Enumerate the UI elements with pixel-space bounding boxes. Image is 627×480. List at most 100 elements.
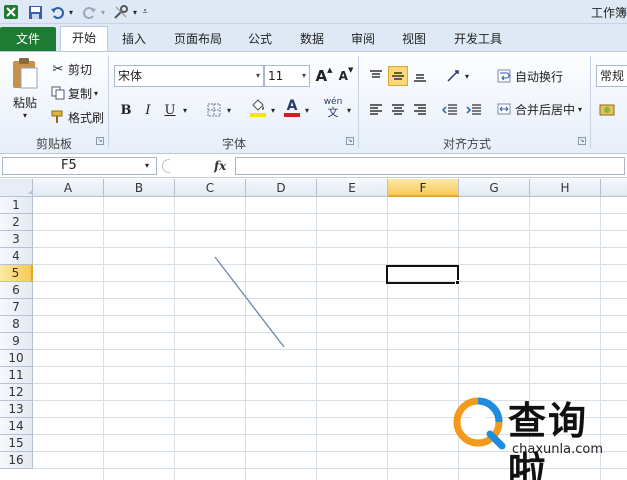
grow-font-button[interactable]: A ▲ (314, 66, 334, 86)
column-header-d[interactable]: D (246, 179, 317, 197)
tab-file[interactable]: 文件 (0, 27, 56, 51)
orientation-button[interactable] (444, 66, 464, 86)
increase-indent-button[interactable] (464, 100, 484, 120)
font-size-combo[interactable]: 11 ▾ (264, 65, 310, 87)
tools-icon[interactable] (112, 3, 130, 21)
insert-function-button[interactable]: fx (214, 159, 226, 173)
copy-dropdown-icon[interactable]: ▾ (94, 89, 98, 98)
column-header-i[interactable] (601, 179, 627, 197)
cut-button[interactable]: ✂ 剪切 (50, 60, 92, 78)
row-header-13[interactable]: 13 (0, 401, 33, 418)
formula-input[interactable] (235, 157, 625, 175)
accounting-format-button[interactable] (598, 100, 618, 120)
name-box-dropdown-icon[interactable]: ▾ (145, 161, 149, 170)
row-header-4[interactable]: 4 (0, 248, 33, 265)
font-color-button[interactable]: A (282, 98, 302, 118)
clipboard-launcher-icon[interactable]: ↘ (96, 137, 104, 145)
tab-insert[interactable]: 插入 (114, 28, 154, 51)
row-header-15[interactable]: 15 (0, 435, 33, 452)
column-header-h[interactable]: H (530, 179, 601, 197)
row-header-10[interactable]: 10 (0, 350, 33, 367)
font-name-combo[interactable]: 宋体 ▾ (114, 65, 264, 87)
line-shape[interactable] (213, 255, 288, 351)
orientation-dropdown-icon[interactable]: ▾ (462, 66, 472, 86)
italic-button[interactable]: I (138, 100, 158, 120)
merge-center-button[interactable]: 合并后居中 ▾ (496, 100, 582, 118)
save-icon[interactable] (26, 3, 44, 21)
tab-formulas[interactable]: 公式 (240, 28, 280, 51)
paste-dropdown-icon[interactable]: ▾ (23, 111, 27, 120)
fill-color-dropdown-icon[interactable]: ▾ (268, 100, 278, 120)
tab-page-layout[interactable]: 页面布局 (166, 28, 230, 51)
align-bottom-button[interactable] (410, 66, 430, 86)
row-header-3[interactable]: 3 (0, 231, 33, 248)
gridline (33, 264, 627, 265)
undo-icon[interactable] (48, 3, 66, 21)
column-header-a[interactable]: A (33, 179, 104, 197)
active-cell-f5[interactable] (386, 265, 459, 284)
row-header-12[interactable]: 12 (0, 384, 33, 401)
undo-dropdown-icon[interactable]: ▾ (66, 3, 76, 21)
wrap-text-button[interactable]: 自动换行 (496, 67, 563, 85)
borders-dropdown-icon[interactable]: ▾ (224, 100, 234, 120)
fill-handle[interactable] (455, 280, 460, 285)
row-header-9[interactable]: 9 (0, 333, 33, 350)
tab-home[interactable]: 开始 (60, 26, 108, 51)
column-header-c[interactable]: C (175, 179, 246, 197)
tab-review[interactable]: 审阅 (343, 28, 383, 51)
font-launcher-icon[interactable]: ↘ (346, 137, 354, 145)
name-box[interactable]: F5 (2, 157, 157, 175)
paste-button[interactable]: 粘贴 ▾ (6, 56, 44, 126)
decrease-indent-button[interactable] (440, 100, 460, 120)
merge-center-dropdown-icon[interactable]: ▾ (578, 105, 582, 114)
tab-developer[interactable]: 开发工具 (446, 28, 510, 51)
row-header-5[interactable]: 5 (0, 265, 33, 282)
column-header-b[interactable]: B (104, 179, 175, 197)
align-top-button[interactable] (366, 66, 386, 86)
copy-icon (50, 85, 66, 101)
align-middle-button[interactable] (388, 66, 408, 86)
scissors-icon: ✂ (52, 61, 64, 77)
redo-dropdown-icon[interactable]: ▾ (98, 3, 108, 21)
redo-icon[interactable] (80, 3, 98, 21)
excel-logo-icon[interactable] (2, 3, 20, 21)
row-header-11[interactable]: 11 (0, 367, 33, 384)
number-format-combo[interactable]: 常规 (596, 65, 627, 87)
align-right-button[interactable] (410, 100, 430, 120)
shrink-font-button[interactable]: A ▼ (336, 66, 356, 86)
row-header-14[interactable]: 14 (0, 418, 33, 435)
row-header-2[interactable]: 2 (0, 214, 33, 231)
font-color-dropdown-icon[interactable]: ▾ (302, 100, 312, 120)
column-header-g[interactable]: G (459, 179, 530, 197)
wrap-text-icon (496, 68, 512, 84)
tab-data[interactable]: 数据 (292, 28, 332, 51)
align-center-button[interactable] (388, 100, 408, 120)
row-header-7[interactable]: 7 (0, 299, 33, 316)
align-left-button[interactable] (366, 100, 386, 120)
alignment-launcher-icon[interactable]: ↘ (578, 137, 586, 145)
underline-dropdown-icon[interactable]: ▾ (180, 100, 190, 120)
font-color-swatch (284, 113, 300, 117)
font-name-dropdown-icon[interactable]: ▾ (256, 66, 260, 86)
row-header-1[interactable]: 1 (0, 197, 33, 214)
format-painter-button[interactable]: 格式刷 (50, 108, 104, 126)
tools-dropdown-icon[interactable]: ▾ (130, 3, 140, 21)
fill-color-button[interactable] (248, 98, 268, 118)
tab-view[interactable]: 视图 (394, 28, 434, 51)
font-size-dropdown-icon[interactable]: ▾ (302, 66, 306, 86)
phonetic-button[interactable]: wén 文 (320, 97, 346, 118)
customize-arrow-icon[interactable]: ⩡ (140, 3, 150, 21)
select-all-corner[interactable] (0, 179, 33, 197)
copy-button[interactable]: 复制 ▾ (50, 84, 98, 102)
row-header-6[interactable]: 6 (0, 282, 33, 299)
borders-button[interactable] (204, 100, 224, 120)
column-header-e[interactable]: E (317, 179, 388, 197)
column-header-f[interactable]: F (388, 179, 459, 197)
phonetic-dropdown-icon[interactable]: ▾ (344, 100, 354, 120)
row-header-16[interactable]: 16 (0, 452, 33, 469)
paste-icon (13, 58, 38, 89)
bold-button[interactable]: B (116, 100, 136, 120)
resize-handle-icon[interactable] (162, 159, 170, 173)
row-header-8[interactable]: 8 (0, 316, 33, 333)
underline-button[interactable]: U (160, 100, 180, 120)
